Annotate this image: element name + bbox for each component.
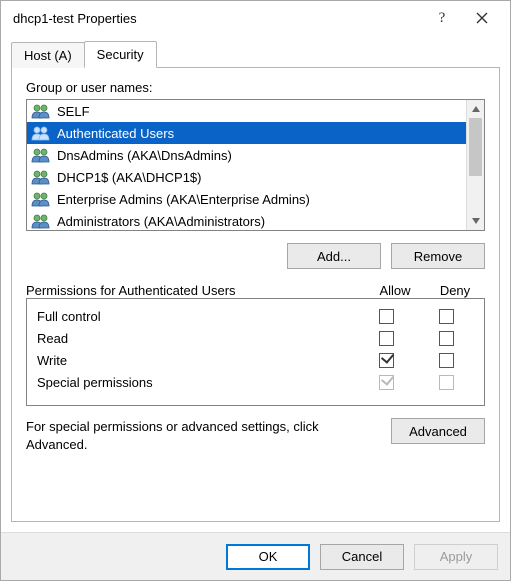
allow-checkbox[interactable] [379, 309, 394, 324]
group-buttons: Add... Remove [26, 243, 485, 269]
permissions-list: Full control Read Write Special permissions [26, 298, 485, 406]
allow-checkbox[interactable] [379, 331, 394, 346]
permissions-label: Permissions for Authenticated Users [26, 283, 365, 298]
scroll-up-icon[interactable] [467, 100, 484, 118]
deny-header: Deny [425, 283, 485, 298]
list-item-label: Enterprise Admins (AKA\Enterprise Admins… [57, 192, 310, 207]
permission-row: Read [37, 327, 476, 349]
list-item-label: DnsAdmins (AKA\DnsAdmins) [57, 148, 232, 163]
users-icon [31, 125, 51, 141]
users-icon [31, 191, 51, 207]
allow-checkbox [379, 375, 394, 390]
deny-checkbox [439, 375, 454, 390]
tab-strip: Host (A) Security [11, 41, 500, 67]
list-item[interactable]: DnsAdmins (AKA\DnsAdmins) [27, 144, 466, 166]
permission-name: Read [37, 331, 356, 346]
scroll-down-icon[interactable] [467, 212, 484, 230]
allow-checkbox[interactable] [379, 353, 394, 368]
titlebar: dhcp1-test Properties ? [1, 1, 510, 35]
help-button[interactable]: ? [422, 4, 462, 32]
list-item-label: DHCP1$ (AKA\DHCP1$) [57, 170, 202, 185]
permission-row: Write [37, 349, 476, 371]
permission-name: Write [37, 353, 356, 368]
tab-host[interactable]: Host (A) [11, 42, 85, 68]
list-item-label: Administrators (AKA\Administrators) [57, 214, 265, 229]
groups-label: Group or user names: [26, 80, 485, 95]
list-item-label: Authenticated Users [57, 126, 174, 141]
users-icon [31, 103, 51, 119]
permission-name: Special permissions [37, 375, 356, 390]
scrollbar[interactable] [466, 100, 484, 230]
deny-checkbox[interactable] [439, 331, 454, 346]
users-icon [31, 169, 51, 185]
ok-button[interactable]: OK [226, 544, 310, 570]
permissions-header: Permissions for Authenticated Users Allo… [26, 283, 485, 298]
advanced-text: For special permissions or advanced sett… [26, 418, 377, 453]
users-icon [31, 147, 51, 163]
security-panel: Group or user names: SELF Authenticated U… [11, 67, 500, 522]
add-button[interactable]: Add... [287, 243, 381, 269]
remove-button[interactable]: Remove [391, 243, 485, 269]
tab-security[interactable]: Security [84, 41, 157, 68]
permission-name: Full control [37, 309, 356, 324]
deny-checkbox[interactable] [439, 353, 454, 368]
list-item[interactable]: Authenticated Users [27, 122, 466, 144]
list-item[interactable]: DHCP1$ (AKA\DHCP1$) [27, 166, 466, 188]
users-icon [31, 213, 51, 229]
cancel-button[interactable]: Cancel [320, 544, 404, 570]
close-button[interactable] [462, 4, 502, 32]
list-item[interactable]: SELF [27, 100, 466, 122]
dialog-footer: OK Cancel Apply [1, 532, 510, 580]
permission-row: Full control [37, 305, 476, 327]
advanced-button[interactable]: Advanced [391, 418, 485, 444]
groups-listbox[interactable]: SELF Authenticated Users DnsAdmins (AKA\Dn… [26, 99, 485, 231]
permission-row: Special permissions [37, 371, 476, 393]
scroll-thumb[interactable] [469, 118, 482, 176]
client-area: Host (A) Security Group or user names: S… [1, 35, 510, 532]
window-title: dhcp1-test Properties [13, 11, 422, 26]
list-item[interactable]: Administrators (AKA\Administrators) [27, 210, 466, 231]
apply-button[interactable]: Apply [414, 544, 498, 570]
deny-checkbox[interactable] [439, 309, 454, 324]
allow-header: Allow [365, 283, 425, 298]
properties-dialog: dhcp1-test Properties ? Host (A) Securit… [0, 0, 511, 581]
advanced-row: For special permissions or advanced sett… [26, 418, 485, 453]
list-item[interactable]: Enterprise Admins (AKA\Enterprise Admins… [27, 188, 466, 210]
list-item-label: SELF [57, 104, 90, 119]
